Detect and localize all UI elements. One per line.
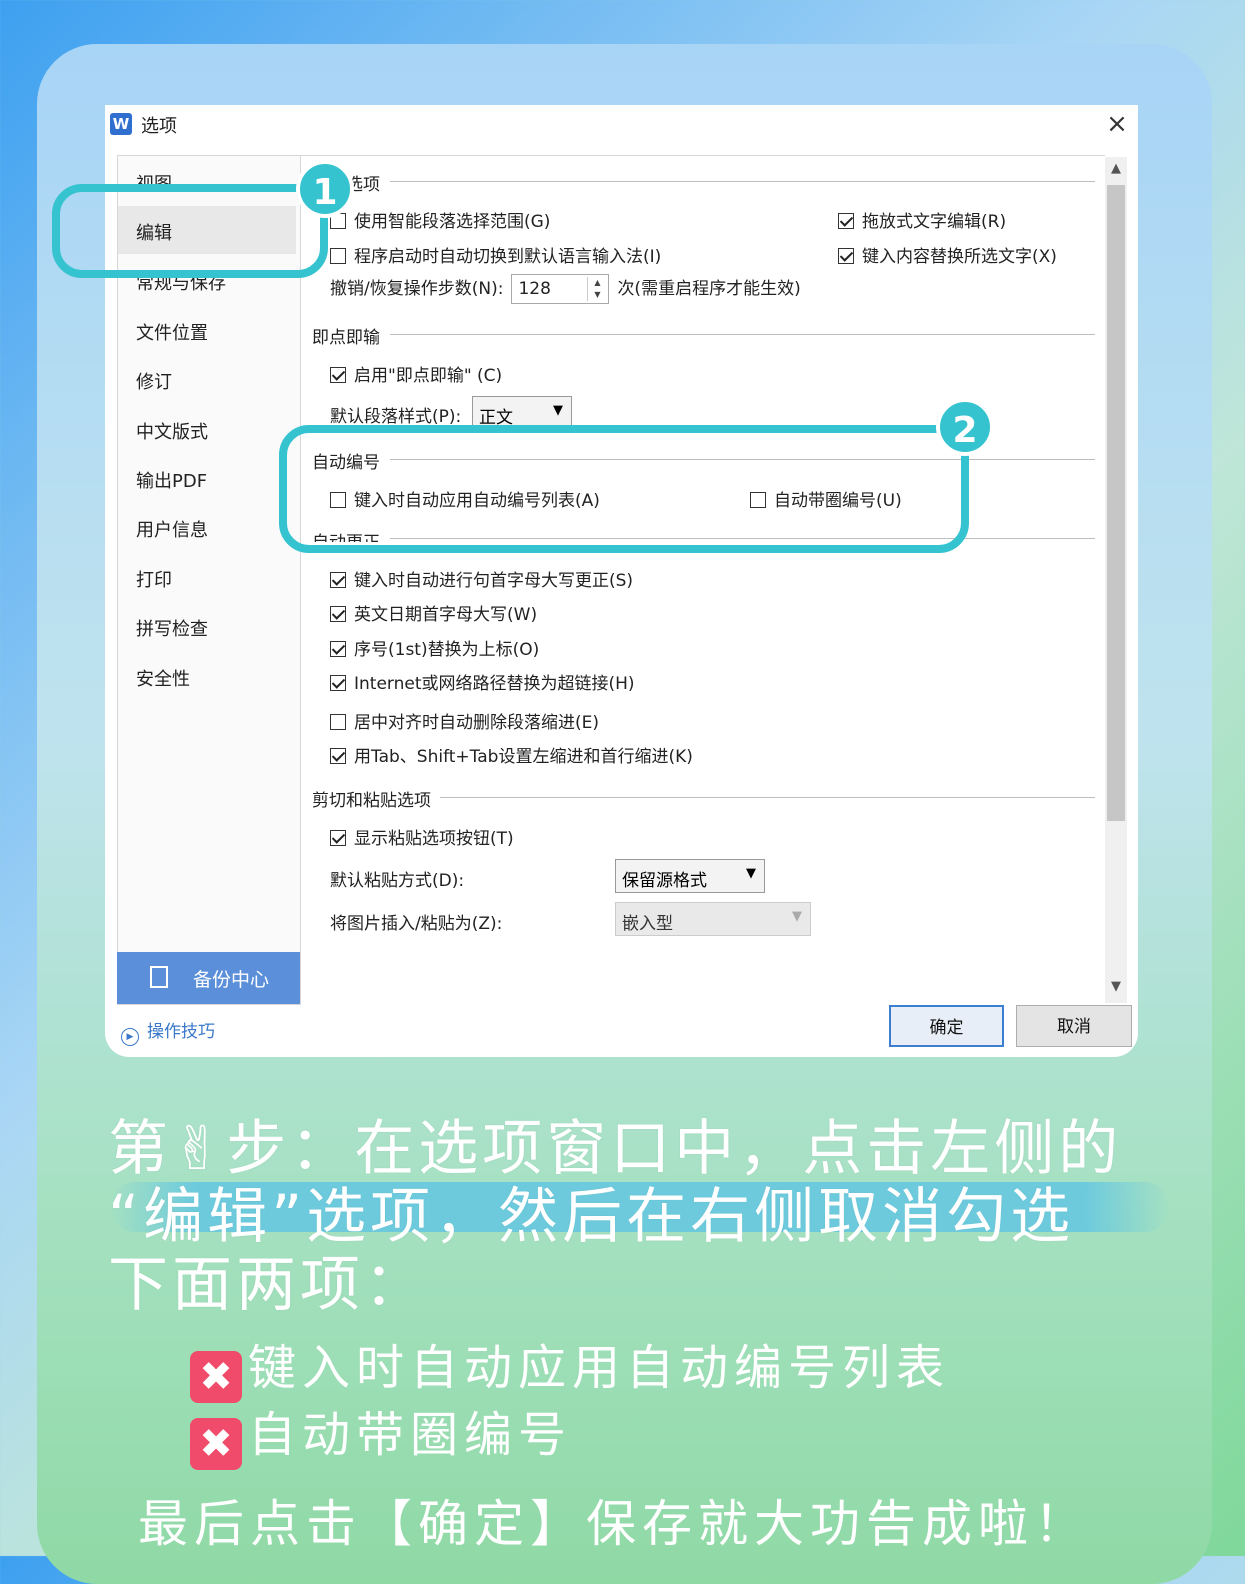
backup-center-label: 备份中心 <box>193 969 270 991</box>
caption-line-3: 下面两项： <box>108 1250 428 1320</box>
sidebar-item-user-info[interactable]: 用户信息 <box>136 516 208 542</box>
undo-steps-note: 次(需重启程序才能生效) <box>617 279 801 299</box>
cross-mark-icon: ✖ <box>190 1418 242 1470</box>
option-label: Internet或网络路径替换为超链接(H) <box>354 674 635 694</box>
wps-writer-icon: W <box>110 113 132 135</box>
ok-button[interactable]: 确定 <box>889 1005 1004 1047</box>
sidebar-item-file-location[interactable]: 文件位置 <box>136 319 208 345</box>
options-sidebar: 视图 编辑 常规与保存 文件位置 修订 中文版式 输出PDF 用户信息 打印 拼… <box>117 155 301 1005</box>
option-label: 程序启动时自动切换到默认语言输入法(I) <box>354 247 662 267</box>
close-icon[interactable]: × <box>1102 109 1132 139</box>
checkbox-checked[interactable] <box>330 748 346 764</box>
option-auto-ime[interactable]: 程序启动时自动切换到默认语言输入法(I) <box>330 242 661 267</box>
tips-link[interactable]: ▶ 操作技巧 <box>121 1017 215 1046</box>
default-paste-select[interactable]: 保留源格式 ▼ <box>615 859 765 893</box>
stepper-arrows-icon[interactable]: ▲ ▼ <box>587 277 606 301</box>
bullet-text: 自动带圈编号 <box>248 1407 573 1463</box>
option-autocorrect-capitalize[interactable]: 键入时自动进行句首字母大写更正(S) <box>330 566 633 591</box>
chevron-down-icon: ▼ <box>792 909 802 924</box>
scroll-up-icon[interactable]: ▲ <box>1105 161 1127 176</box>
section-divider <box>390 181 1095 182</box>
option-autocorrect-ordinal[interactable]: 序号(1st)替换为上标(O) <box>330 635 539 660</box>
option-autocorrect-hyperlink[interactable]: Internet或网络路径替换为超链接(H) <box>330 669 635 694</box>
image-paste-select[interactable]: 嵌入型 ▼ <box>615 902 811 936</box>
option-label: 启用"即点即输" (C) <box>354 366 503 386</box>
step-badge-1: 1 <box>296 160 354 218</box>
content-scrollbar[interactable]: ▲ ▼ <box>1105 157 1127 1003</box>
checkbox-checked[interactable] <box>838 248 854 264</box>
checkbox-checked[interactable] <box>330 572 346 588</box>
undo-steps-stepper[interactable]: 128 ▲ ▼ <box>511 274 610 304</box>
undo-steps-row: 撤销/恢复操作步数(N): 128 ▲ ▼ 次(需重启程序才能生效) <box>330 274 801 304</box>
checkbox-checked[interactable] <box>330 675 346 691</box>
section-divider <box>390 334 1095 335</box>
bullet-item-1: ✖ 键入时自动应用自动编号列表 <box>190 1328 950 1403</box>
sidebar-item-print[interactable]: 打印 <box>136 566 172 592</box>
option-label: 英文日期首字母大写(W) <box>354 605 538 625</box>
bullet-text: 键入时自动应用自动编号列表 <box>248 1340 951 1396</box>
option-replace-selection[interactable]: 键入内容替换所选文字(X) <box>838 242 1057 267</box>
highlight-auto-number <box>279 425 969 553</box>
step-badge-2: 2 <box>936 398 994 456</box>
bullet-item-2: ✖ 自动带圈编号 <box>190 1395 572 1470</box>
select-value: 嵌入型 <box>622 914 673 934</box>
option-label: 键入内容替换所选文字(X) <box>862 247 1057 267</box>
chevron-down-icon: ▼ <box>746 866 756 881</box>
option-click-and-type[interactable]: 启用"即点即输" (C) <box>330 361 502 386</box>
option-label: 用Tab、Shift+Tab设置左缩进和首行缩进(K) <box>354 747 693 767</box>
section-title-click-type: 即点即输 <box>312 328 380 348</box>
play-circle-icon: ▶ <box>121 1028 139 1046</box>
checkbox-checked[interactable] <box>330 641 346 657</box>
option-autocorrect-tab-indent[interactable]: 用Tab、Shift+Tab设置左缩进和首行缩进(K) <box>330 742 693 767</box>
option-show-paste-button[interactable]: 显示粘贴选项按钮(T) <box>330 824 514 849</box>
default-paragraph-style-label: 默认段落样式(P): <box>330 407 462 427</box>
option-label: 序号(1st)替换为上标(O) <box>354 640 540 660</box>
option-autocorrect-date[interactable]: 英文日期首字母大写(W) <box>330 600 537 625</box>
titlebar: W 选项 × <box>105 105 1138 149</box>
section-divider <box>440 797 1095 798</box>
sidebar-item-chinese-layout[interactable]: 中文版式 <box>136 418 208 444</box>
sidebar-item-export-pdf[interactable]: 输出PDF <box>136 467 207 493</box>
option-label: 居中对齐时自动删除段落缩进(E) <box>354 713 600 733</box>
chevron-down-icon: ▼ <box>553 403 563 418</box>
default-paste-label: 默认粘贴方式(D): <box>330 871 465 891</box>
sidebar-item-spellcheck[interactable]: 拼写检查 <box>136 615 208 641</box>
checkbox-checked[interactable] <box>838 213 854 229</box>
tips-label: 操作技巧 <box>147 1022 215 1042</box>
checkbox[interactable] <box>330 248 346 264</box>
option-label: 使用智能段落选择范围(G) <box>354 212 551 232</box>
dialog-title: 选项 <box>141 116 177 137</box>
option-label: 拖放式文字编辑(R) <box>862 212 1007 232</box>
final-instruction: 最后点击【确定】保存就大功告成啦！ <box>138 1495 1090 1553</box>
undo-steps-label: 撤销/恢复操作步数(N): <box>330 279 504 299</box>
option-label: 显示粘贴选项按钮(T) <box>354 829 514 849</box>
option-smart-paragraph[interactable]: 使用智能段落选择范围(G) <box>330 207 550 232</box>
cancel-button[interactable]: 取消 <box>1016 1005 1132 1047</box>
option-drag-edit[interactable]: 拖放式文字编辑(R) <box>838 207 1006 232</box>
checkbox-checked[interactable] <box>330 606 346 622</box>
sidebar-item-security[interactable]: 安全性 <box>136 665 190 691</box>
checkbox[interactable] <box>330 714 346 730</box>
backup-icon <box>150 966 168 988</box>
scroll-down-icon[interactable]: ▼ <box>1105 979 1127 994</box>
page: { "dialog": { "title": "选项", "app_icon":… <box>0 0 1245 1584</box>
select-value: 保留源格式 <box>622 871 707 891</box>
undo-steps-value: 128 <box>518 279 551 299</box>
section-title-paste: 剪切和粘贴选项 <box>312 791 431 811</box>
option-label: 键入时自动进行句首字母大写更正(S) <box>354 571 634 591</box>
scroll-thumb[interactable] <box>1107 185 1125 821</box>
checkbox-checked[interactable] <box>330 830 346 846</box>
sidebar-item-revision[interactable]: 修订 <box>136 368 172 394</box>
checkbox-checked[interactable] <box>330 367 346 383</box>
backup-center-button[interactable]: 备份中心 <box>117 952 300 1004</box>
option-autocorrect-center-indent[interactable]: 居中对齐时自动删除段落缩进(E) <box>330 708 599 733</box>
image-paste-label: 将图片插入/粘贴为(Z): <box>330 914 503 934</box>
options-content: 编辑选项 使用智能段落选择范围(G) 程序启动时自动切换到默认语言输入法(I) … <box>300 155 1105 1004</box>
highlight-edit-tab <box>52 184 328 278</box>
